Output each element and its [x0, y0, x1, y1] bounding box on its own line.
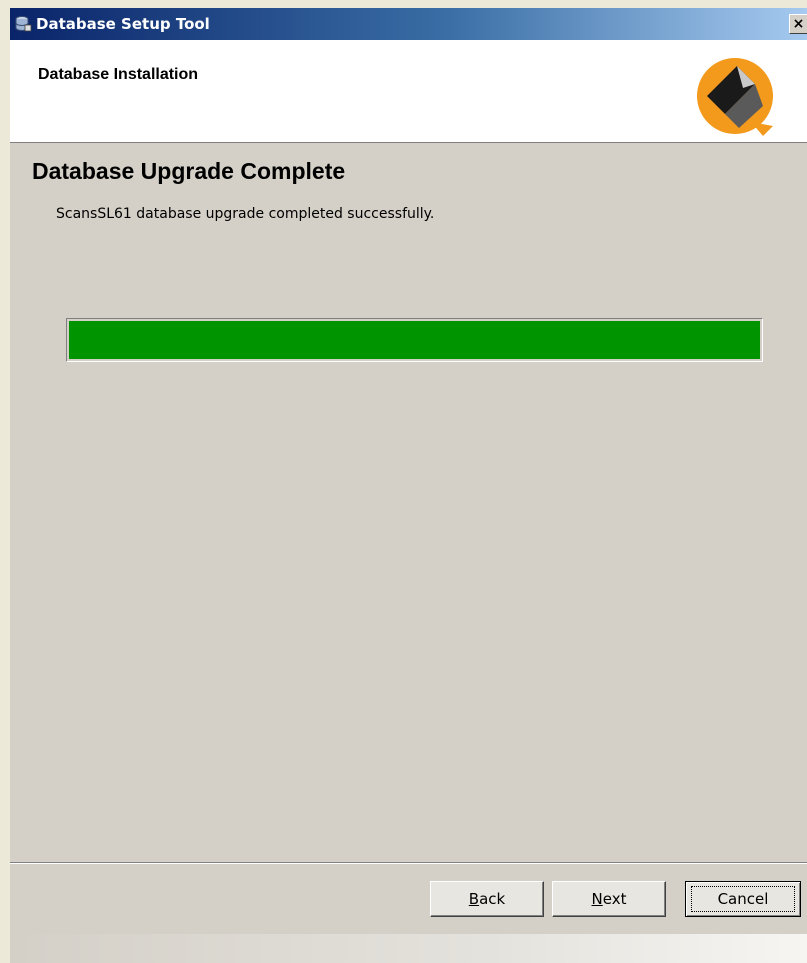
- back-button[interactable]: Back: [430, 881, 544, 917]
- progress-bar: [66, 318, 763, 362]
- footer-divider: [10, 862, 807, 864]
- bottom-strip: [10, 934, 807, 963]
- back-label: ack: [479, 890, 506, 908]
- header-title: Database Installation: [38, 66, 199, 83]
- orange-logo-icon: [697, 58, 773, 136]
- status-message: ScansSL61 database upgrade completed suc…: [56, 206, 435, 222]
- progress-fill: [69, 321, 760, 359]
- database-icon: [15, 16, 32, 32]
- wizard-header: Database Installation: [10, 40, 807, 143]
- setup-window: Database Setup Tool × Database Installat…: [10, 8, 807, 963]
- next-mnemonic: N: [591, 890, 603, 908]
- back-mnemonic: B: [468, 890, 480, 908]
- cancel-button[interactable]: Cancel: [685, 881, 801, 917]
- close-button[interactable]: ×: [789, 14, 807, 34]
- window-title: Database Setup Tool: [36, 15, 210, 33]
- next-button[interactable]: Next: [552, 881, 666, 917]
- close-icon: ×: [792, 16, 805, 32]
- cancel-label: Cancel: [690, 886, 796, 912]
- title-bar[interactable]: Database Setup Tool ×: [10, 8, 807, 40]
- page-title: Database Upgrade Complete: [32, 158, 346, 184]
- next-label: ext: [602, 890, 627, 908]
